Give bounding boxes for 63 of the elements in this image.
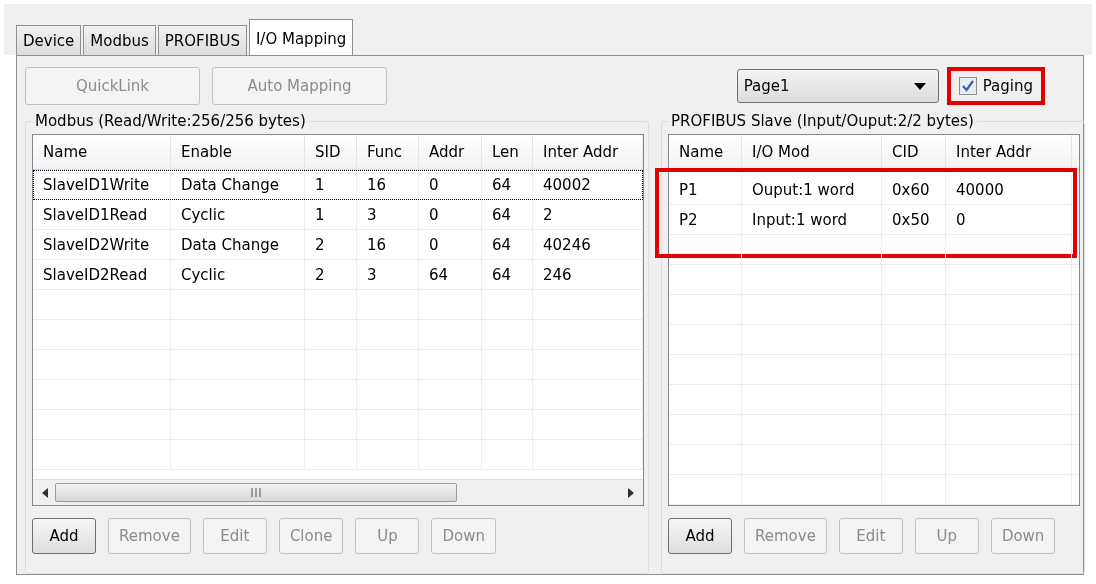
paging-checkbox[interactable] (958, 77, 977, 95)
table-button[interactable]: Add (32, 518, 96, 554)
column-header[interactable]: Name (33, 135, 171, 169)
table-cell: P2 (669, 205, 742, 235)
column-header[interactable]: Addr (419, 135, 482, 169)
table-cell: SlaveID1Read (33, 200, 171, 230)
paging-label: Paging (982, 77, 1033, 95)
column-header[interactable]: Inter Addr (946, 135, 1072, 169)
table-cell: 0 (946, 205, 1072, 235)
column-header[interactable]: Enable (171, 135, 305, 169)
tab[interactable]: I/O Mapping (248, 19, 354, 55)
table-cell: 2 (305, 230, 357, 260)
table-cell: Ouput:1 word (742, 175, 882, 205)
table-cell: SlaveID2Write (33, 230, 171, 260)
scroll-right-icon[interactable] (627, 487, 635, 498)
table-cell: 0x60 (882, 175, 946, 205)
table-cell: SlaveID2Read (33, 260, 171, 290)
table-cell: Input:1 word (742, 205, 882, 235)
table-cell: 64 (419, 260, 482, 290)
page-dropdown[interactable]: Page1 (736, 69, 939, 103)
table-cell: 64 (482, 230, 533, 260)
table-cell: Data Change (171, 230, 305, 260)
table-cell: 64 (482, 260, 533, 290)
column-header[interactable]: CID (882, 135, 946, 169)
column-header[interactable]: SID (305, 135, 357, 169)
column-header[interactable]: Inter Addr (533, 135, 643, 169)
table-cell: 64 (482, 200, 533, 230)
group-title: PROFIBUS Slave (Input/Ouput:2/2 bytes) (670, 112, 975, 130)
table-cell: 0 (419, 170, 482, 200)
table-cell: 3 (357, 260, 419, 290)
table-cell: 0 (419, 230, 482, 260)
table-cell: 40246 (533, 230, 643, 260)
scroll-left-icon[interactable] (41, 487, 49, 498)
scroll-thumb[interactable] (55, 483, 457, 502)
table-cell: 16 (357, 230, 419, 260)
table-cell: 2 (305, 260, 357, 290)
table-cell: 0x50 (882, 205, 946, 235)
table-cell: Cyclic (171, 260, 305, 290)
caret-icon (913, 82, 926, 90)
tab[interactable]: Modbus (83, 25, 156, 55)
column-header[interactable]: I/O Mod (742, 135, 882, 169)
table-cell: SlaveID1Write (33, 170, 171, 200)
table-cell: Cyclic (171, 200, 305, 230)
column-header[interactable]: Func (357, 135, 419, 169)
table-cell: 16 (357, 170, 419, 200)
table-cell: 0 (419, 200, 482, 230)
table-cell: 1 (305, 170, 357, 200)
column-header[interactable]: Len (482, 135, 533, 169)
table-cell: 2 (533, 200, 643, 230)
table-cell: 1 (305, 200, 357, 230)
table-button[interactable]: Add (668, 518, 732, 554)
column-header[interactable]: Name (669, 135, 742, 169)
table-cell: 3 (357, 200, 419, 230)
horizontal-scrollbar[interactable] (33, 479, 643, 505)
table-cell: 64 (482, 170, 533, 200)
table-cell: 40002 (533, 170, 643, 200)
table-cell: P1 (669, 175, 742, 205)
group-title: Modbus (Read/Write:256/256 bytes) (34, 112, 307, 130)
tab[interactable]: Device (16, 25, 82, 55)
table-cell: Data Change (171, 170, 305, 200)
tab[interactable]: PROFIBUS (157, 25, 247, 55)
table-cell: 40000 (946, 175, 1072, 205)
table-cell: 246 (533, 260, 643, 290)
